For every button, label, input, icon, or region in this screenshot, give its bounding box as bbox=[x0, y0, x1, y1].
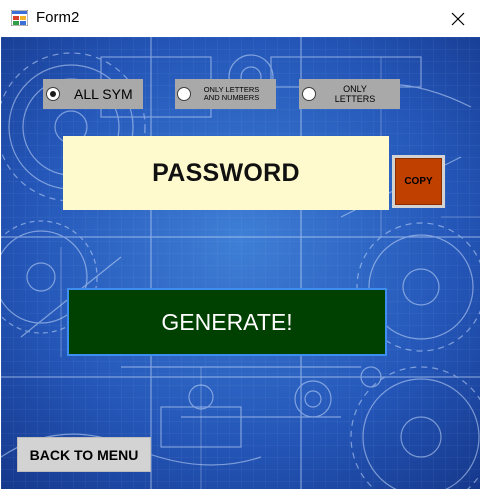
password-display[interactable]: PASSWORD bbox=[63, 136, 389, 210]
option-all-sym-label: ALL SYM bbox=[74, 86, 133, 102]
close-button[interactable] bbox=[435, 0, 481, 37]
back-to-menu-label: BACK TO MENU bbox=[29, 446, 139, 463]
option-all-sym[interactable]: ALL SYM bbox=[43, 79, 143, 109]
close-icon bbox=[451, 12, 465, 25]
copy-button[interactable]: COPY bbox=[392, 155, 445, 208]
app-form-icon bbox=[11, 10, 28, 26]
window-title: Form2 bbox=[36, 9, 80, 26]
password-text: PASSWORD bbox=[152, 158, 300, 187]
option-only-letters-line1: ONLY bbox=[343, 84, 367, 94]
option-letters-numbers[interactable]: ONLY LETTERS AND NUMBERS bbox=[175, 79, 276, 109]
option-only-letters-label: ONLY LETTERS bbox=[316, 84, 394, 104]
back-to-menu-button[interactable]: BACK TO MENU bbox=[17, 437, 151, 472]
radio-all-sym[interactable] bbox=[46, 87, 60, 101]
copy-button-label: COPY bbox=[404, 176, 433, 187]
generate-button-label: GENERATE! bbox=[161, 308, 293, 335]
radio-only-letters[interactable] bbox=[302, 87, 316, 101]
option-letters-numbers-line2: AND NUMBERS bbox=[203, 93, 260, 102]
option-only-letters-line2: LETTERS bbox=[334, 94, 376, 104]
form2-window: Form2 ALL SYM ONLY LETTERS AND NUMBERS O… bbox=[0, 0, 481, 490]
generate-button[interactable]: GENERATE! bbox=[67, 288, 387, 356]
option-only-letters[interactable]: ONLY LETTERS bbox=[299, 79, 400, 109]
form-client-area: ALL SYM ONLY LETTERS AND NUMBERS ONLY LE… bbox=[1, 37, 480, 489]
option-letters-numbers-label: ONLY LETTERS AND NUMBERS bbox=[191, 86, 272, 102]
copy-button-face: COPY bbox=[395, 158, 442, 205]
radio-letters-numbers[interactable] bbox=[177, 87, 191, 101]
title-bar: Form2 bbox=[0, 0, 481, 37]
